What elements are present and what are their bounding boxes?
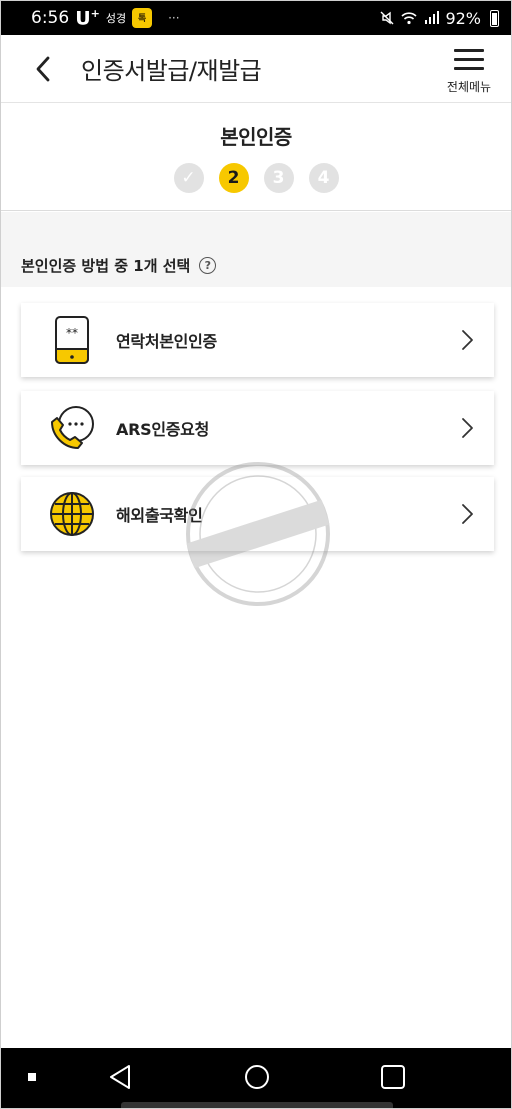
full-menu-label: 전체메뉴	[446, 80, 492, 94]
svg-text:**: **	[66, 326, 78, 340]
app-header: 인증서발급/재발급 전체메뉴	[1, 35, 511, 103]
carrier-sub: 성경	[105, 11, 127, 25]
more-notifications-icon: ···	[168, 10, 180, 25]
option-ars-request[interactable]: ARS인증요청	[21, 391, 494, 465]
chevron-right-icon	[462, 418, 473, 438]
step-3: 3	[263, 163, 294, 193]
step-indicator: ✓ 2 3 4	[1, 163, 511, 193]
carrier-plus: +	[90, 6, 100, 20]
section-label: 본인인증 방법 중 1개 선택 ?	[21, 255, 217, 276]
chevron-right-icon	[462, 504, 473, 524]
option-label: 해외출국확인	[116, 506, 203, 525]
phone-verify-icon: **	[48, 316, 96, 364]
app-screen: 6:56 U+ 성경 톡 ··· 92% 인증서발급/재발급 전체메뉴 본인인증…	[0, 0, 512, 1109]
nav-indicator-icon	[28, 1073, 36, 1081]
step-2-active: 2	[218, 163, 249, 193]
content-area: 본인인증 방법 중 1개 선택 ? ** 연락처본인인증 ARS인증요청 해외출…	[1, 212, 511, 1050]
ars-call-icon	[48, 404, 96, 452]
back-button[interactable]	[23, 49, 63, 89]
full-menu-button[interactable]: 전체메뉴	[441, 43, 497, 97]
nav-back-icon[interactable]	[105, 1062, 135, 1092]
page-title: 인증서발급/재발급	[81, 57, 262, 85]
status-bar: 6:56 U+ 성경 톡 ··· 92%	[1, 1, 511, 35]
step-4: 4	[308, 163, 339, 193]
globe-icon	[48, 490, 96, 538]
gesture-pill	[121, 1102, 393, 1108]
section-label-text: 본인인증 방법 중 1개 선택	[21, 257, 191, 275]
status-right: 92%	[379, 9, 499, 28]
nav-home-icon[interactable]	[242, 1062, 272, 1092]
carrier-name: U+	[75, 7, 100, 29]
status-time: 6:56	[31, 7, 70, 28]
wifi-icon	[401, 12, 417, 25]
step-section: 본인인증 ✓ 2 3 4	[1, 103, 511, 211]
help-icon[interactable]: ?	[199, 257, 217, 274]
option-contact-verification[interactable]: ** 연락처본인인증	[21, 303, 494, 377]
nav-recents-icon[interactable]	[378, 1062, 408, 1092]
option-label: ARS인증요청	[116, 420, 210, 439]
mute-icon	[380, 11, 394, 25]
system-nav-bar	[1, 1048, 511, 1108]
status-left: 6:56 U+ 성경 톡 ···	[31, 7, 180, 29]
battery-percent: 92%	[445, 8, 481, 28]
battery-icon	[490, 9, 499, 27]
option-label: 연락처본인인증	[116, 332, 217, 351]
chevron-right-icon	[462, 330, 473, 350]
carrier-letter: U	[75, 7, 91, 30]
kakao-notification-icon: 톡	[132, 7, 153, 28]
hamburger-icon	[454, 47, 484, 73]
signal-icon	[425, 11, 440, 24]
chevron-left-icon	[36, 56, 50, 81]
option-overseas-departure[interactable]: 해외출국확인	[21, 477, 494, 551]
step-1-done: ✓	[173, 163, 204, 193]
step-title: 본인인증	[220, 125, 292, 149]
